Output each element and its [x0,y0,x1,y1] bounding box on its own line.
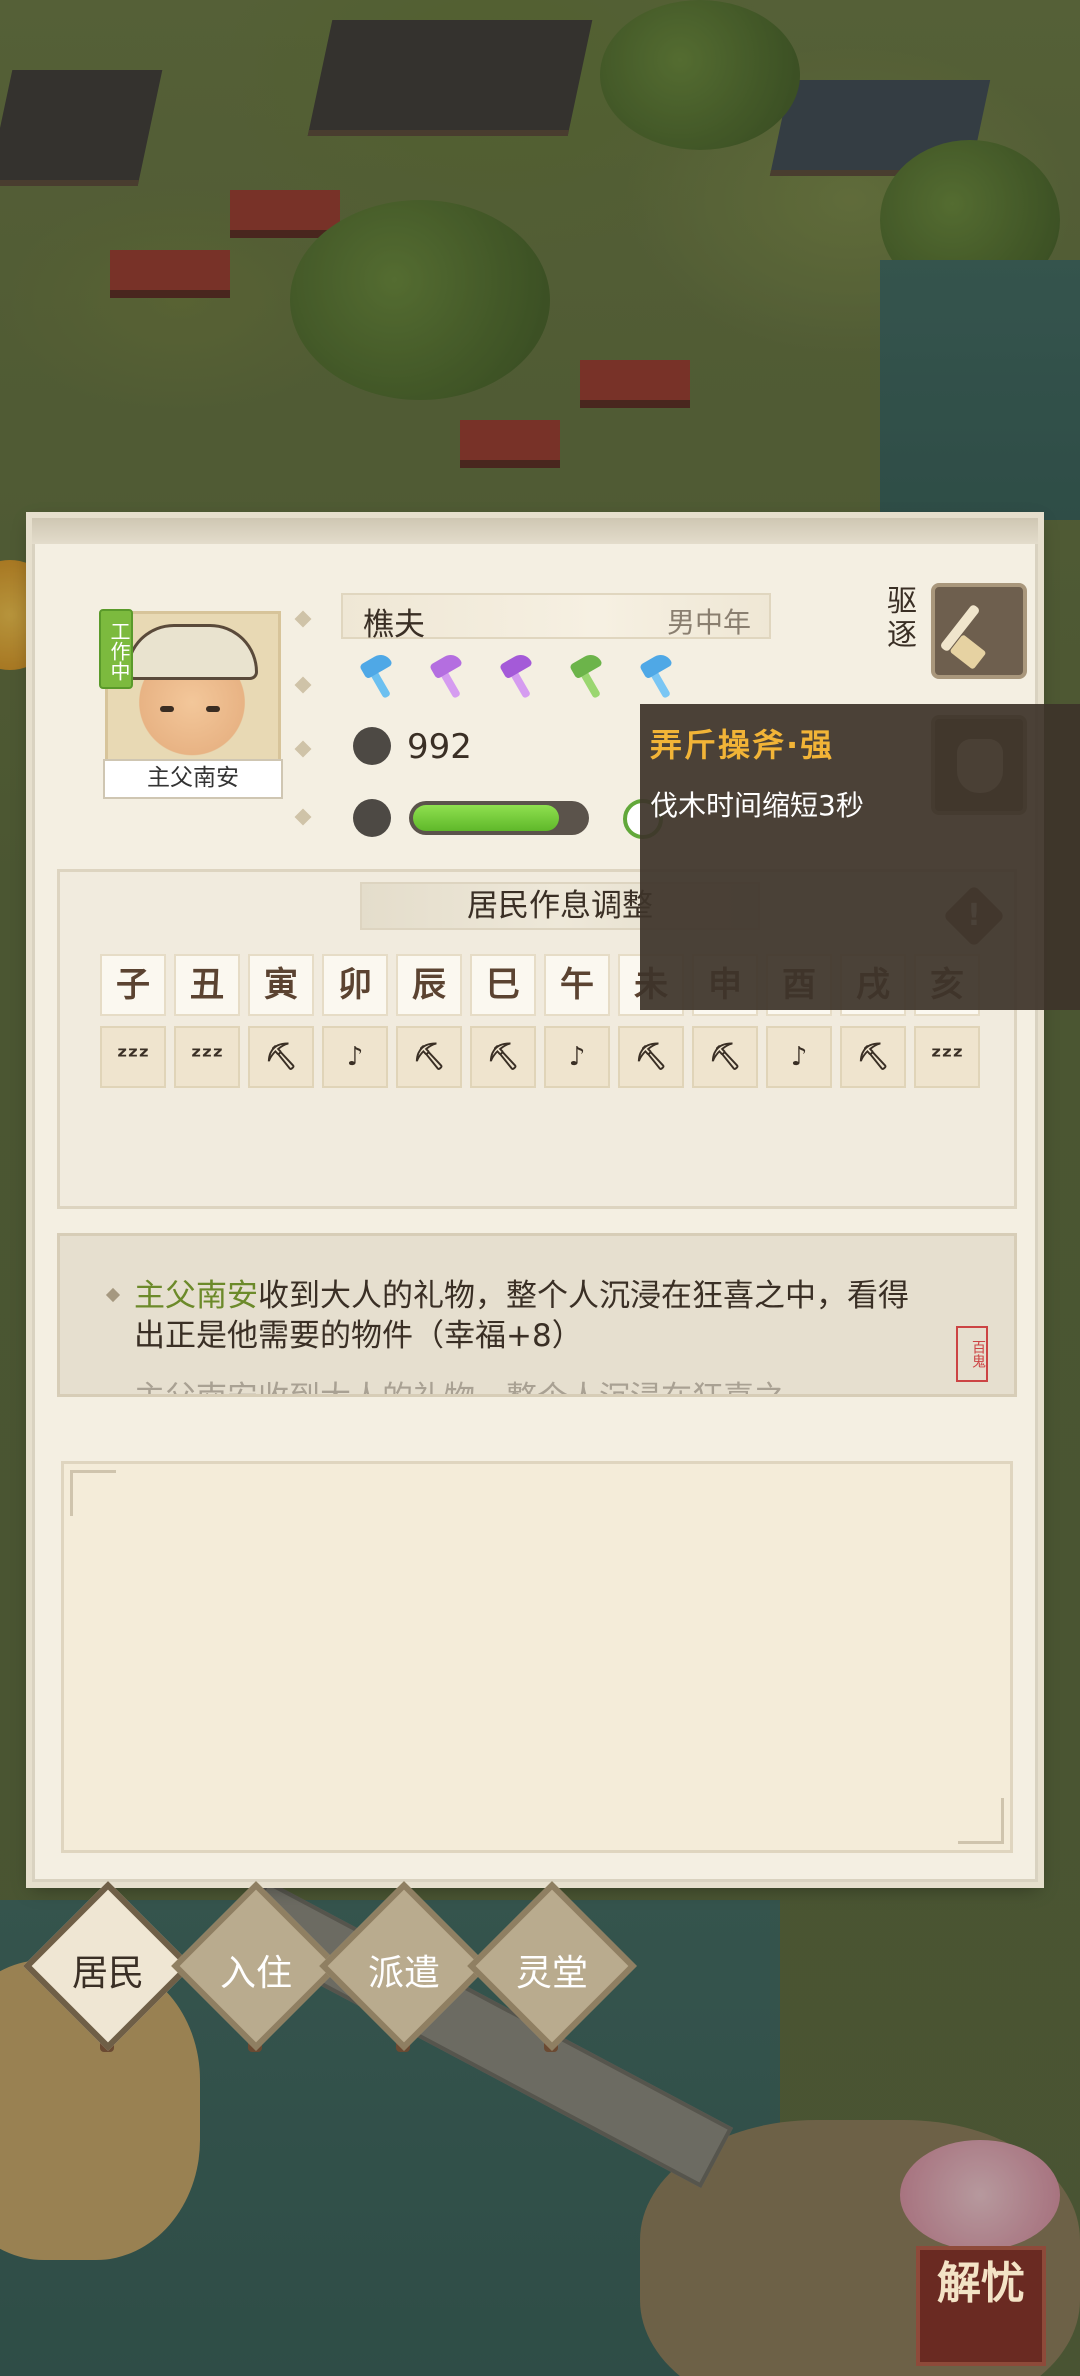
sleep-icon[interactable]: ᶻᶻᶻ [174,1026,240,1088]
work-icon[interactable]: ⛏ [840,1026,906,1088]
hour-cell: 寅 [248,954,314,1016]
log-entry-faded: 主父南安收到大人的礼物，整个人沉浸在狂喜之 [134,1378,934,1394]
resident-name: 主父南安 [103,759,283,799]
blue-axe-icon[interactable] [633,650,681,699]
hour-cell: 卯 [322,954,388,1016]
heart-icon [353,799,391,837]
tooltip-description: 伐木时间缩短3秒 [650,789,864,822]
event-log: 主父南安收到大人的礼物，整个人沉浸在狂喜之中，看得出正是他需要的物件（幸福+8）… [57,1233,1017,1397]
tool-list [353,650,681,699]
tooltip-title: 弄斤操斧·强 [650,726,835,764]
activity-row: ᶻᶻᶻ ᶻᶻᶻ ⛏ ♪ ⛏ ⛏ ♪ ⛏ ⛏ ♪ ⛏ ᶻᶻᶻ [100,1026,980,1088]
happiness-bar [409,801,589,835]
sleep-icon[interactable]: ᶻᶻᶻ [100,1026,166,1088]
status-badge: 工作中 [99,609,133,689]
purple-axe-icon[interactable] [493,650,541,699]
hour-cell: 午 [544,954,610,1016]
gender-age: 男中年 [666,606,751,639]
nav-dispatch-label: 派遣 [367,1953,440,1994]
leisure-icon[interactable]: ♪ [766,1026,832,1088]
leisure-icon[interactable]: ♪ [322,1026,388,1088]
hour-cell: 巳 [470,954,536,1016]
seal-stamp: 百鬼 [956,1326,988,1382]
hour-cell: 丑 [174,954,240,1016]
hour-cell: 辰 [396,954,462,1016]
coin-pouch-icon [353,727,391,765]
empty-content-box [61,1461,1013,1853]
sleep-icon[interactable]: ᶻᶻᶻ [914,1026,980,1088]
skill-tooltip: 弄斤操斧·强 伐木时间缩短3秒 [640,704,1080,1010]
nav-move-in-label: 入住 [219,1953,292,1994]
jieyou-button[interactable]: 解忧 [916,2246,1046,2366]
purple-axe-icon[interactable] [423,650,471,699]
work-icon[interactable]: ⛏ [396,1026,462,1088]
leisure-icon[interactable]: ♪ [544,1026,610,1088]
green-axe-icon[interactable] [563,650,611,699]
nav-residents-label: 居民 [71,1953,144,1994]
work-icon[interactable]: ⛏ [692,1026,758,1088]
wealth-value: 992 [407,727,472,767]
work-icon[interactable]: ⛏ [618,1026,684,1088]
expel-button[interactable] [931,583,1027,679]
log-entry-name[interactable]: 主父南安 [134,1278,258,1314]
blue-axe-icon[interactable] [353,650,401,699]
job-name: 樵夫 [363,607,425,643]
expel-label: 驱逐 [887,584,917,653]
nav-memorial-label: 灵堂 [515,1953,588,1994]
work-icon[interactable]: ⛏ [470,1026,536,1088]
log-entry: 主父南安收到大人的礼物，整个人沉浸在狂喜之中，看得出正是他需要的物件（幸福+8） [134,1276,934,1356]
hour-cell: 子 [100,954,166,1016]
job-bar: 樵夫 男中年 [341,593,771,643]
work-icon[interactable]: ⛏ [248,1026,314,1088]
